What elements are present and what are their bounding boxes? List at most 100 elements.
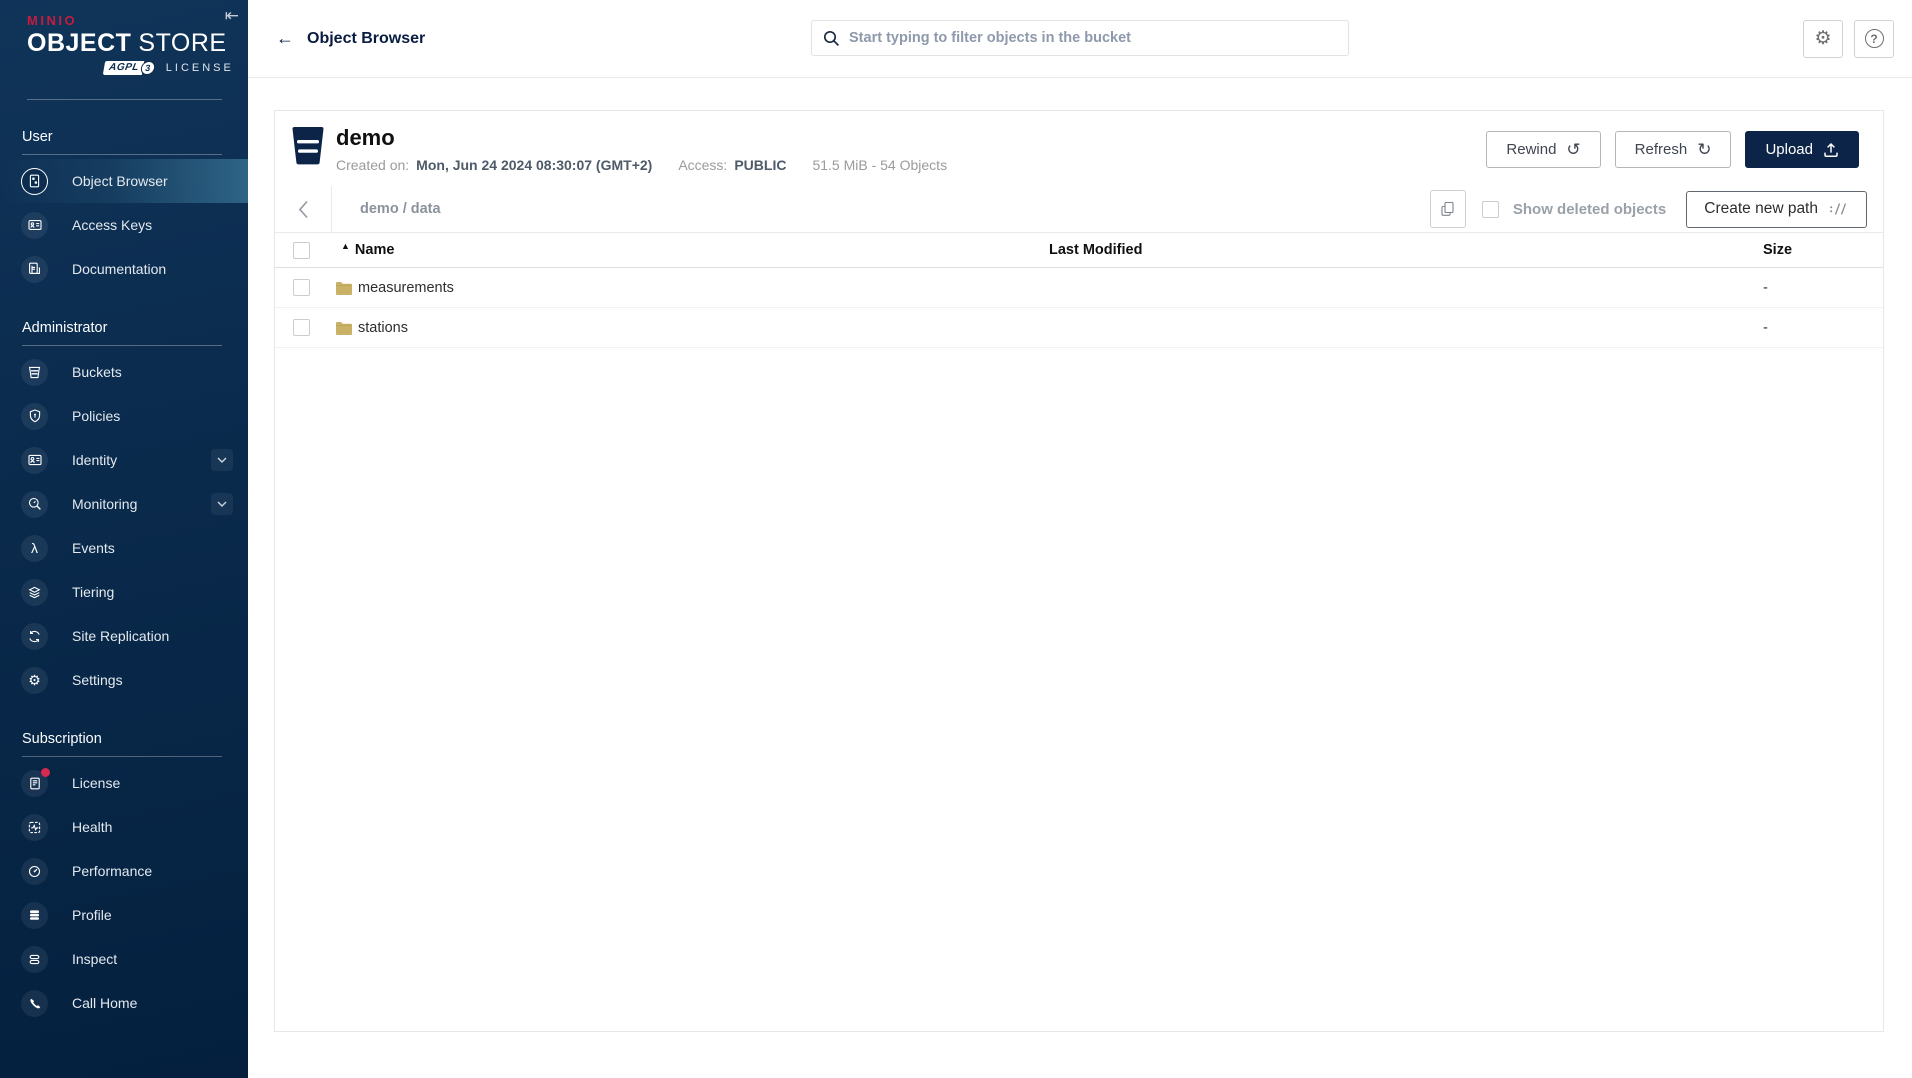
row-checkbox[interactable] — [293, 319, 310, 336]
copy-path-button[interactable] — [1430, 190, 1466, 228]
sidebar-item-policies[interactable]: Policies — [0, 394, 248, 438]
page-title-group[interactable]: ← Object Browser — [276, 28, 425, 49]
policies-icon — [21, 403, 48, 430]
select-all-checkbox[interactable] — [293, 242, 310, 259]
show-deleted-toggle: Show deleted objects — [1482, 201, 1666, 218]
settings-button[interactable]: ⚙ — [1803, 20, 1843, 58]
table-row[interactable]: stations - — [275, 308, 1883, 348]
tiering-icon — [21, 579, 48, 606]
main-area: ← Object Browser ⚙ ? demo Created on: Mo… — [248, 0, 1912, 1078]
sidebar-item-events[interactable]: λ Events — [0, 526, 248, 570]
column-header-name[interactable]: ▲ Name — [327, 242, 1033, 258]
row-select-cell — [275, 319, 327, 336]
sidebar-item-label: Identity — [72, 452, 117, 468]
bucket-usage: 51.5 MiB - 54 Objects — [812, 157, 947, 173]
bucket-panel: demo Created on: Mon, Jun 24 2024 08:30:… — [274, 110, 1884, 1032]
back-arrow-icon[interactable]: ← — [276, 28, 294, 49]
create-path-icon — [1829, 202, 1849, 216]
show-deleted-checkbox[interactable] — [1482, 201, 1499, 218]
sidebar-item-documentation[interactable]: Documentation — [0, 247, 248, 291]
settings-gear-icon: ⚙ — [21, 667, 48, 694]
sidebar: ⇤ MINIO OBJECTSTORE AGPL3 LICENSE User O… — [0, 0, 248, 1078]
divider — [22, 154, 222, 155]
sidebar-item-object-browser[interactable]: Object Browser — [0, 159, 248, 203]
sidebar-item-settings[interactable]: ⚙ Settings — [0, 658, 248, 702]
sidebar-item-buckets[interactable]: Buckets — [0, 350, 248, 394]
sidebar-section-administrator: Administrator Buckets Policies Identity — [0, 320, 248, 702]
site-replication-icon — [21, 623, 48, 650]
sidebar-item-tiering[interactable]: Tiering — [0, 570, 248, 614]
bucket-actions: Rewind ↺ Refresh ↻ Upload — [1486, 126, 1859, 168]
chevron-left-icon — [298, 200, 309, 219]
chevron-down-icon[interactable] — [211, 493, 233, 515]
sidebar-item-inspect[interactable]: Inspect — [0, 937, 248, 981]
agpl-badge-icon: AGPL3 — [103, 61, 156, 75]
help-button[interactable]: ? — [1854, 20, 1894, 58]
search-icon — [823, 30, 840, 47]
navigate-back-button[interactable] — [275, 186, 332, 232]
chevron-down-icon[interactable] — [211, 449, 233, 471]
breadcrumb-bar: demo / data Show deleted objects Create … — [275, 186, 1883, 233]
license-badge: AGPL3 LICENSE — [104, 61, 248, 75]
search-input[interactable] — [849, 30, 1337, 46]
sidebar-item-profile[interactable]: Profile — [0, 893, 248, 937]
refresh-button[interactable]: Refresh ↻ — [1615, 131, 1732, 168]
monitoring-icon — [21, 491, 48, 518]
created-value: Mon, Jun 24 2024 08:30:07 (GMT+2) — [416, 157, 652, 173]
documentation-icon — [21, 256, 48, 283]
create-new-path-button[interactable]: Create new path — [1686, 191, 1867, 228]
sidebar-item-label: License — [72, 775, 120, 791]
sidebar-item-label: Health — [72, 819, 112, 835]
column-header-last-modified[interactable]: Last Modified — [1033, 242, 1739, 258]
column-header-size[interactable]: Size — [1739, 242, 1883, 258]
size-cell: - — [1739, 320, 1883, 336]
breadcrumb[interactable]: demo / data — [332, 201, 1430, 217]
divider — [22, 756, 222, 757]
object-name-cell[interactable]: measurements — [327, 280, 1033, 296]
sidebar-item-label: Object Browser — [72, 173, 168, 189]
sidebar-section-subscription: Subscription License Health Performance — [0, 731, 248, 1025]
sidebar-item-label: Settings — [72, 672, 123, 688]
table-row[interactable]: measurements - — [275, 268, 1883, 308]
sidebar-item-label: Profile — [72, 907, 112, 923]
size-cell: - — [1739, 280, 1883, 296]
search-box — [811, 20, 1349, 56]
show-deleted-label: Show deleted objects — [1513, 201, 1666, 218]
access-value: PUBLIC — [734, 157, 786, 173]
table-header-row: ▲ Name Last Modified Size — [275, 233, 1883, 268]
copy-icon — [1440, 201, 1455, 217]
collapse-sidebar-icon[interactable]: ⇤ — [225, 6, 239, 26]
object-name-cell[interactable]: stations — [327, 320, 1033, 336]
call-home-phone-icon — [21, 990, 48, 1017]
bucket-meta: Created on: Mon, Jun 24 2024 08:30:07 (G… — [336, 157, 947, 173]
divider — [27, 99, 222, 100]
bucket-header: demo Created on: Mon, Jun 24 2024 08:30:… — [275, 111, 1883, 186]
empty-space — [275, 348, 1883, 1031]
health-icon — [21, 814, 48, 841]
sidebar-item-access-keys[interactable]: Access Keys — [0, 203, 248, 247]
sidebar-item-call-home[interactable]: Call Home — [0, 981, 248, 1025]
sidebar-item-label: Inspect — [72, 951, 117, 967]
sidebar-item-identity[interactable]: Identity — [0, 438, 248, 482]
bucket-name: demo — [336, 126, 947, 150]
sidebar-item-label: Events — [72, 540, 115, 556]
folder-icon — [335, 321, 352, 335]
sidebar-item-health[interactable]: Health — [0, 805, 248, 849]
upload-icon — [1823, 142, 1839, 158]
rewind-button[interactable]: Rewind ↺ — [1486, 131, 1600, 168]
buckets-icon — [21, 359, 48, 386]
sidebar-item-performance[interactable]: Performance — [0, 849, 248, 893]
row-checkbox[interactable] — [293, 279, 310, 296]
sidebar-item-license[interactable]: License — [0, 761, 248, 805]
sidebar-item-label: Site Replication — [72, 628, 169, 644]
gear-icon: ⚙ — [1814, 27, 1831, 50]
topbar: ← Object Browser ⚙ ? — [248, 0, 1912, 78]
sidebar-item-label: Policies — [72, 408, 120, 424]
upload-button[interactable]: Upload — [1745, 131, 1859, 168]
sidebar-item-label: Documentation — [72, 261, 166, 277]
sidebar-item-site-replication[interactable]: Site Replication — [0, 614, 248, 658]
sidebar-item-label: Tiering — [72, 584, 114, 600]
sidebar-item-monitoring[interactable]: Monitoring — [0, 482, 248, 526]
license-alert-badge — [41, 768, 50, 777]
topbar-actions: ⚙ ? — [1803, 20, 1894, 58]
